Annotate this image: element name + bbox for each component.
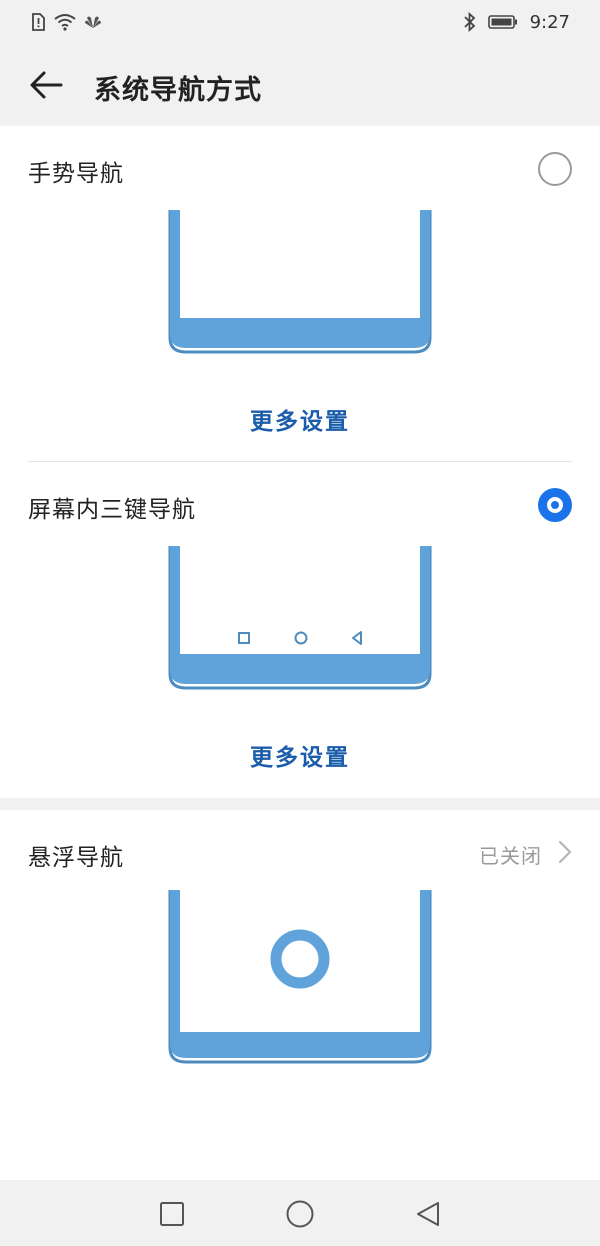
chevron-right-icon[interactable] [558,840,572,864]
bluetooth-icon [463,12,475,32]
recent-apps-button[interactable] [152,1194,192,1234]
sim-alert-icon [32,13,45,31]
square-icon [160,1202,184,1226]
wifi-icon [54,14,76,31]
option-three-key-label: 屏幕内三键导航 [28,497,196,523]
status-time: 9:27 [529,11,570,33]
option-gesture-label: 手势导航 [28,161,124,187]
page-title: 系统导航方式 [94,75,262,106]
three-key-phone-illustration [168,546,432,690]
circle-icon [294,631,308,645]
back-button[interactable] [22,62,70,108]
circle-icon [286,1200,314,1228]
option-three-key-radio[interactable] [538,488,572,522]
option-gesture-radio[interactable] [538,152,572,186]
floating-navigation-card: 悬浮导航 已关闭 [0,810,600,1180]
option-floating-label: 悬浮导航 [28,845,124,871]
home-button[interactable] [280,1194,320,1234]
triangle-back-icon [352,631,362,645]
option-divider [28,461,572,462]
status-icons-right: 9:27 [463,10,570,34]
square-icon [238,632,250,644]
floating-phone-illustration [168,890,432,1064]
three-key-more-settings-link[interactable]: 更多设置 [0,738,600,772]
status-bar: 9:27 [0,0,600,44]
floating-status-text[interactable]: 已关闭 [479,840,542,869]
system-navigation-bar [0,1180,600,1246]
gesture-more-settings-link[interactable]: 更多设置 [0,402,600,436]
triangle-back-icon [417,1202,439,1226]
gesture-phone-illustration [168,210,432,354]
back-nav-button[interactable] [408,1194,448,1234]
battery-icon [487,15,517,29]
status-icons-left [30,10,102,34]
brand-flower-icon [85,16,101,28]
page-header: 系统导航方式 [0,44,600,126]
arrow-left-icon [30,71,63,99]
floating-dock-icon [270,929,330,989]
navigation-options-card: 手势导航 更多设置 屏幕内三键导航 更多设置 [0,126,600,798]
